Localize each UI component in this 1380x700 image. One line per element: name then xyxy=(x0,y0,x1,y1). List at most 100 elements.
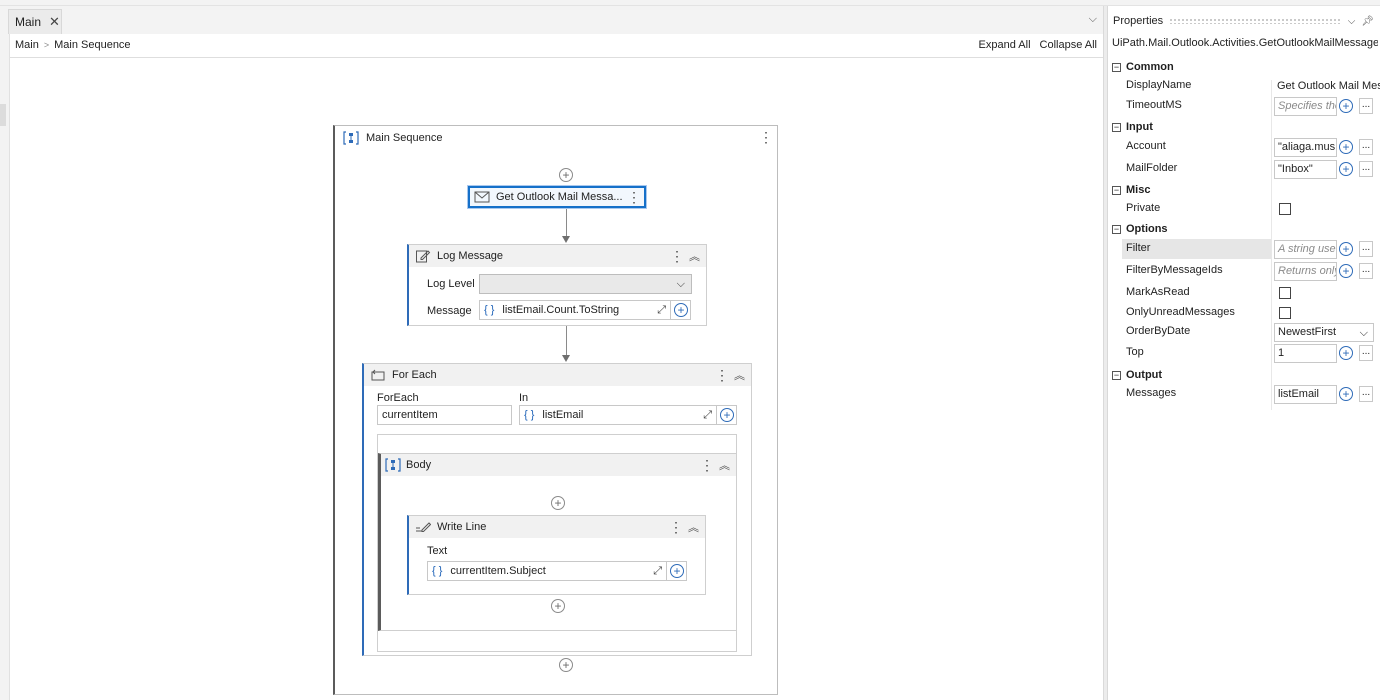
mail-folder-input[interactable]: "Inbox" xyxy=(1274,160,1337,179)
log-level-label: Log Level xyxy=(427,278,475,290)
collapse-icon[interactable]: ︽ xyxy=(719,457,730,473)
log-level-select[interactable]: ⌵ xyxy=(479,274,692,294)
ellipsis-button[interactable]: ... xyxy=(1359,263,1373,279)
left-dock-strip xyxy=(0,6,10,700)
collapse-icon[interactable]: ︽ xyxy=(688,519,699,535)
timeout-input[interactable]: Specifies the amount of time xyxy=(1274,97,1337,116)
ellipsis-button[interactable]: ... xyxy=(1359,241,1373,257)
log-message-activity[interactable]: Log Message ⋮ ︽ Log Level ⌵ Message { } … xyxy=(407,244,707,326)
prop-messages[interactable]: Messages listEmail + ... xyxy=(1108,384,1380,404)
log-message-header: Log Message ⋮ ︽ xyxy=(409,245,706,267)
account-input[interactable]: "aliaga.mus xyxy=(1274,138,1337,157)
in-collection-input[interactable]: { } listEmail ⤢ + xyxy=(519,405,737,425)
prop-order-by-date[interactable]: OrderByDate NewestFirst ⌵ xyxy=(1108,322,1380,342)
category-misc[interactable]: − Misc xyxy=(1108,181,1380,199)
breadcrumb-item-main[interactable]: Main xyxy=(15,39,39,51)
write-line-activity[interactable]: Write Line ⋮ ︽ Text { } currentItem.Subj… xyxy=(407,515,706,595)
plus-icon[interactable]: + xyxy=(674,303,688,317)
filter-input[interactable]: A string used as a filter xyxy=(1274,240,1337,259)
text-input[interactable]: { } currentItem.Subject ⤢ + xyxy=(427,561,687,581)
prop-name: Private xyxy=(1126,202,1161,214)
add-activity-plus-icon[interactable]: + xyxy=(551,496,565,510)
only-unread-checkbox[interactable] xyxy=(1279,307,1291,319)
plus-icon[interactable]: + xyxy=(1339,346,1353,360)
designer-actions: Expand All Collapse All xyxy=(979,39,1097,51)
messages-input[interactable]: listEmail xyxy=(1274,385,1337,404)
chevron-down-icon[interactable]: ⌵ xyxy=(1089,13,1097,26)
category-output[interactable]: − Output xyxy=(1108,366,1380,384)
plus-icon[interactable]: + xyxy=(1339,162,1353,176)
main-sequence-container[interactable]: Main Sequence ⋮ + Get Outlook Mail Messa… xyxy=(333,125,778,695)
message-input[interactable]: { } listEmail.Count.ToString ⤢ + xyxy=(479,300,691,320)
plus-icon[interactable]: + xyxy=(1339,242,1353,256)
breadcrumb-item-current[interactable]: Main Sequence xyxy=(54,39,130,51)
prop-only-unread[interactable]: OnlyUnreadMessages xyxy=(1108,303,1380,323)
drag-grip[interactable] xyxy=(1169,18,1342,24)
top-input[interactable]: 1 xyxy=(1274,344,1337,363)
tab-main[interactable]: Main ✕ xyxy=(8,9,62,34)
collapse-box-icon[interactable]: − xyxy=(1112,370,1121,380)
more-options-icon[interactable]: ⋮ xyxy=(700,458,714,472)
expand-editor-icon[interactable]: ⤢ xyxy=(703,409,712,422)
display-name-value[interactable]: Get Outlook Mail Messages xyxy=(1274,77,1380,96)
prop-filter[interactable]: Filter A string used as a filter + ... xyxy=(1108,239,1380,259)
more-options-icon[interactable]: ⋮ xyxy=(627,190,641,204)
private-checkbox[interactable] xyxy=(1279,203,1291,215)
more-options-icon[interactable]: ⋮ xyxy=(669,520,683,534)
get-outlook-mail-activity[interactable]: Get Outlook Mail Messa... ⋮ xyxy=(468,186,646,208)
collapse-box-icon[interactable]: − xyxy=(1112,224,1121,234)
add-activity-plus-icon[interactable]: + xyxy=(559,658,573,672)
ellipsis-button[interactable]: ... xyxy=(1359,98,1373,114)
chevron-down-icon[interactable]: ⌵ xyxy=(1348,16,1356,27)
foreach-item-input[interactable]: currentItem xyxy=(377,405,512,425)
plus-icon[interactable]: + xyxy=(1339,387,1353,401)
write-line-title: Write Line xyxy=(437,521,487,533)
more-options-icon[interactable]: ⋮ xyxy=(670,249,684,263)
category-input[interactable]: − Input xyxy=(1108,118,1380,136)
prop-private[interactable]: Private xyxy=(1108,199,1380,219)
connector-line xyxy=(566,326,567,356)
collapse-all-button[interactable]: Collapse All xyxy=(1040,39,1097,51)
plus-icon[interactable]: + xyxy=(1339,140,1353,154)
in-value: listEmail xyxy=(542,409,584,421)
plus-icon[interactable]: + xyxy=(670,564,684,578)
prop-name: DisplayName xyxy=(1126,79,1192,91)
collapse-box-icon[interactable]: − xyxy=(1112,62,1121,72)
ellipsis-button[interactable]: ... xyxy=(1359,161,1373,177)
more-options-icon[interactable]: ⋮ xyxy=(759,130,773,144)
close-icon[interactable]: ✕ xyxy=(49,14,60,30)
prop-account[interactable]: Account "aliaga.mus + ... xyxy=(1108,137,1380,157)
collapse-icon[interactable]: ︽ xyxy=(734,367,745,383)
more-options-icon[interactable]: ⋮ xyxy=(715,368,729,382)
add-activity-plus-icon[interactable]: + xyxy=(551,599,565,613)
mark-as-read-checkbox[interactable] xyxy=(1279,287,1291,299)
plus-icon[interactable]: + xyxy=(720,408,734,422)
for-each-activity[interactable]: For Each ⋮ ︽ ForEach currentItem In { } … xyxy=(362,363,752,656)
prop-top[interactable]: Top 1 + ... xyxy=(1108,343,1380,363)
body-sequence[interactable]: Body ⋮ ︽ + Write Line ⋮ ︽ Text {} curre… xyxy=(378,453,736,631)
collapse-box-icon[interactable]: − xyxy=(1112,185,1121,195)
expand-editor-icon[interactable]: ⤢ xyxy=(653,565,662,578)
prop-mail-folder[interactable]: MailFolder "Inbox" + ... xyxy=(1108,159,1380,179)
designer-canvas[interactable]: Main Sequence ⋮ + Get Outlook Mail Messa… xyxy=(10,58,1103,700)
category-options[interactable]: − Options xyxy=(1108,220,1380,238)
plus-icon[interactable]: + xyxy=(1339,264,1353,278)
order-by-select[interactable]: NewestFirst ⌵ xyxy=(1274,323,1374,342)
ellipsis-button[interactable]: ... xyxy=(1359,139,1373,155)
ellipsis-button[interactable]: ... xyxy=(1359,386,1373,402)
connector-arrow-icon xyxy=(562,355,570,362)
category-common[interactable]: − Common xyxy=(1108,58,1380,76)
prop-timeout[interactable]: TimeoutMS Specifies the amount of time +… xyxy=(1108,96,1380,116)
filter-ids-input[interactable]: Returns only the messages xyxy=(1274,262,1337,281)
expand-editor-icon[interactable]: ⤢ xyxy=(657,304,666,317)
prop-mark-as-read[interactable]: MarkAsRead xyxy=(1108,283,1380,303)
prop-display-name[interactable]: DisplayName Get Outlook Mail Messages xyxy=(1108,76,1380,96)
expand-all-button[interactable]: Expand All xyxy=(979,39,1031,51)
plus-icon[interactable]: + xyxy=(1339,99,1353,113)
collapse-icon[interactable]: ︽ xyxy=(689,248,700,264)
ellipsis-button[interactable]: ... xyxy=(1359,345,1373,361)
pin-icon[interactable]: 📌︎ xyxy=(1361,16,1374,27)
prop-filter-by-message-ids[interactable]: FilterByMessageIds Returns only the mess… xyxy=(1108,261,1380,281)
collapse-box-icon[interactable]: − xyxy=(1112,122,1121,132)
add-activity-plus-icon[interactable]: + xyxy=(559,168,573,182)
